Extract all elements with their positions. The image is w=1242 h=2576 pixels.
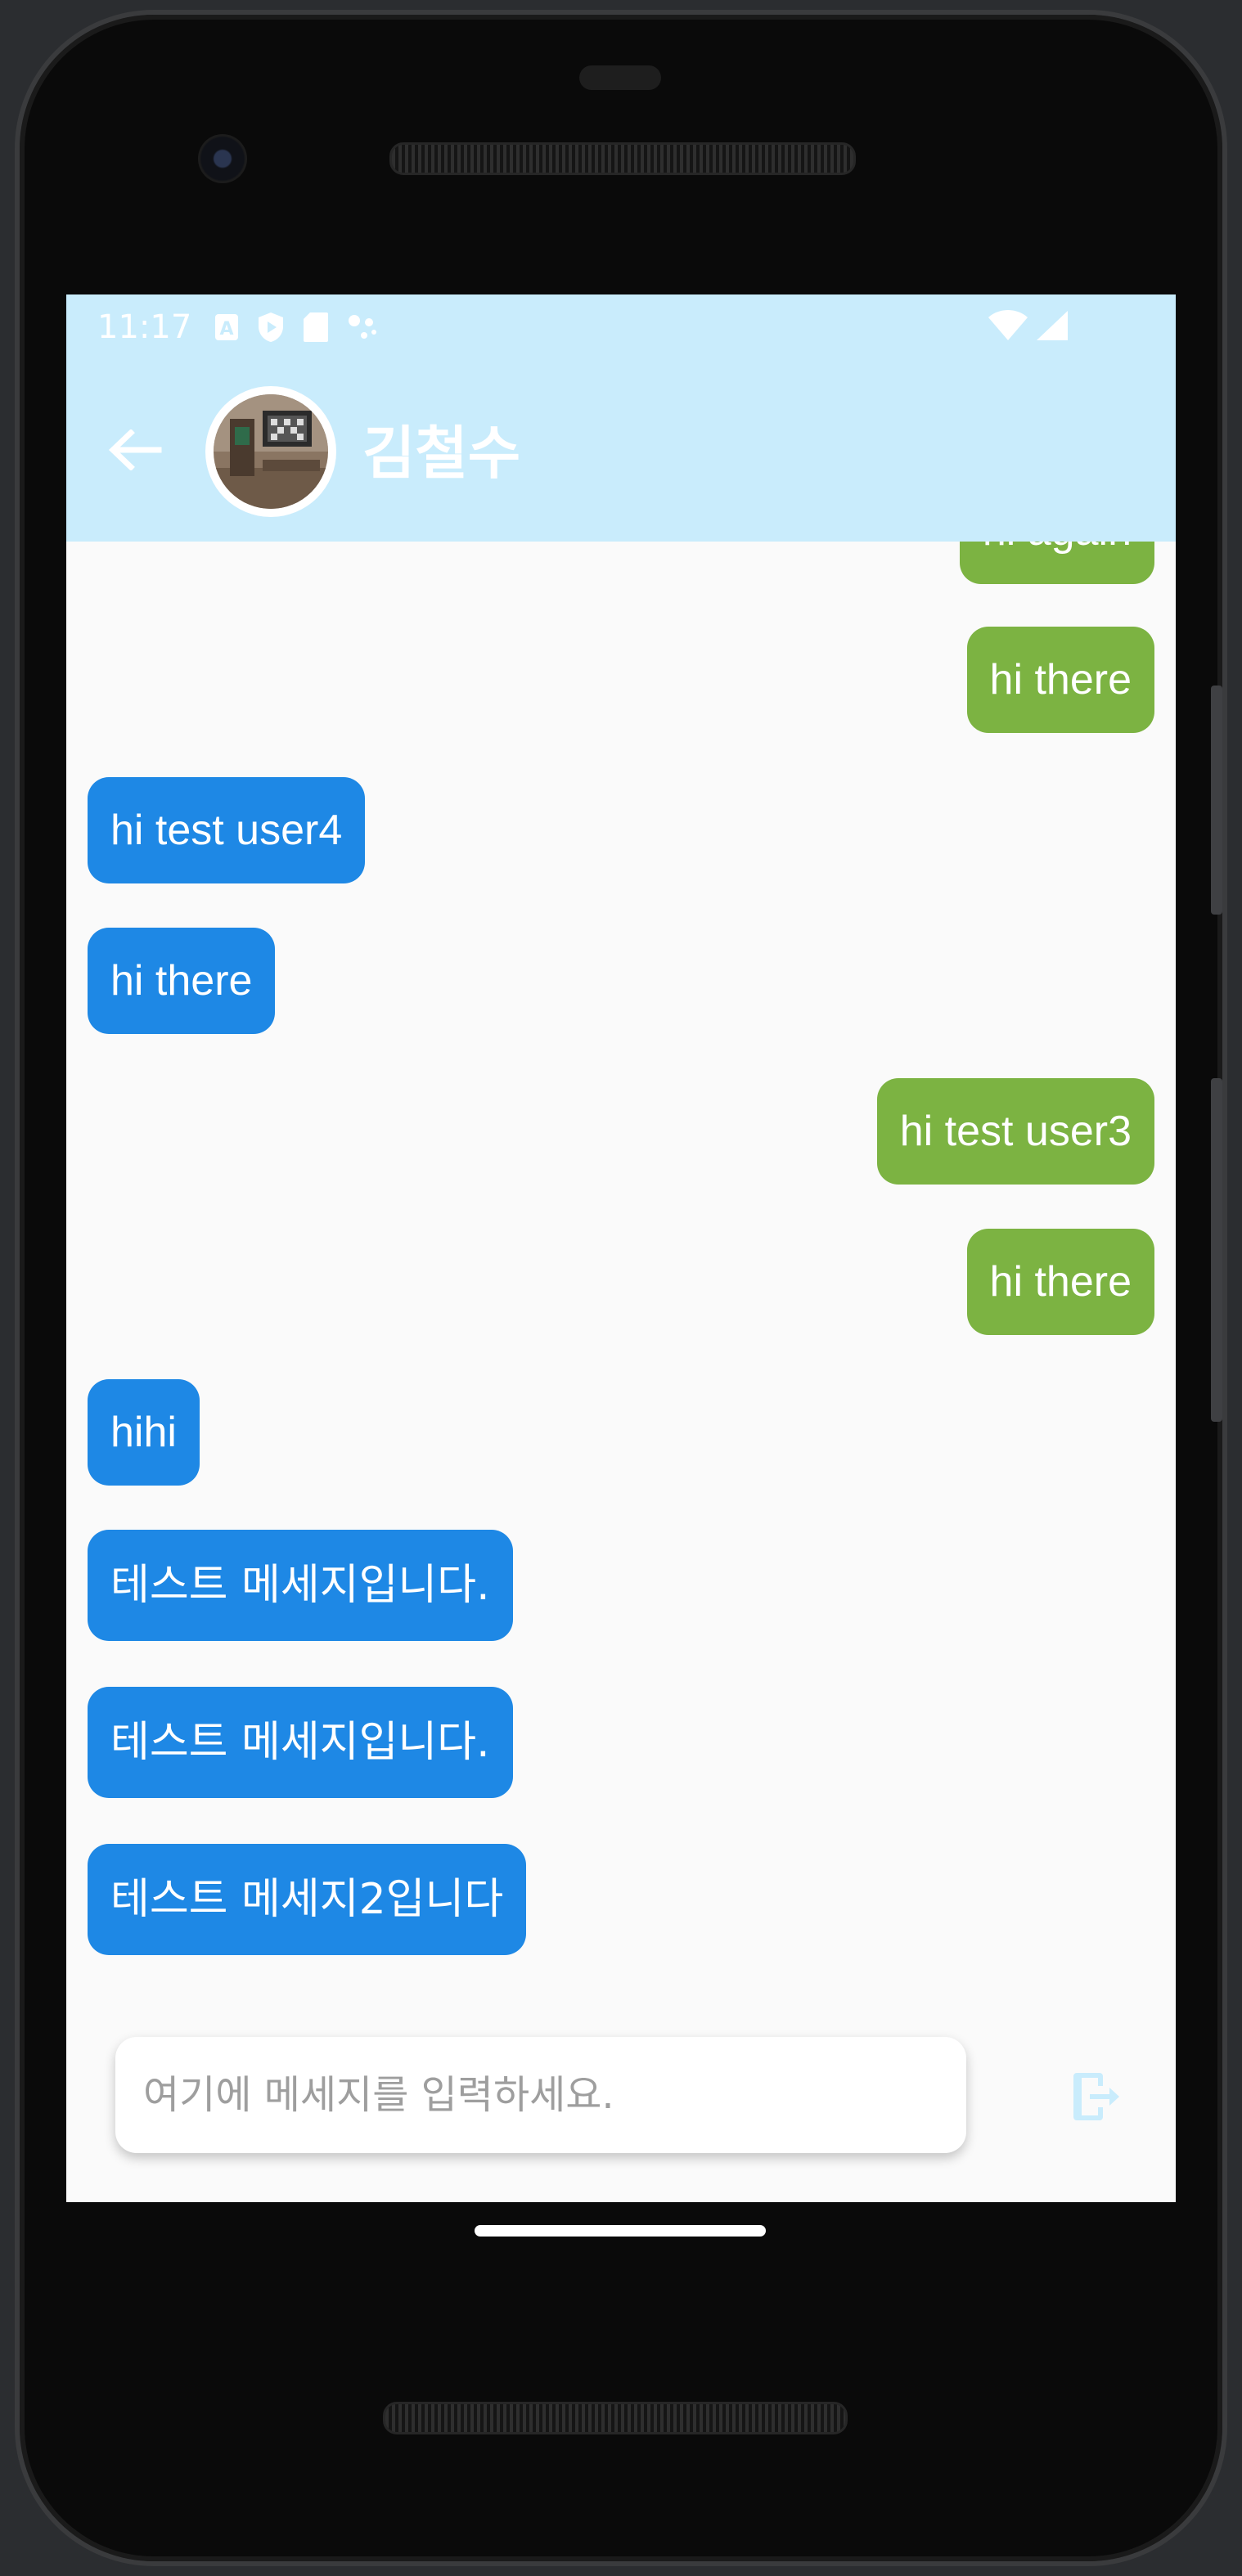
play-protect-icon — [256, 311, 286, 347]
a-notification-icon: A — [214, 312, 240, 345]
status-bar: 11:17 A — [66, 294, 1176, 363]
power-button — [1211, 1078, 1222, 1422]
back-button[interactable] — [102, 419, 168, 484]
volume-button — [1211, 686, 1222, 915]
message-bubble-outgoing[interactable]: hi there — [966, 1229, 1154, 1335]
chat-title: 김철수 — [362, 420, 521, 487]
top-speaker-grille — [389, 142, 856, 175]
message-bubble-incoming[interactable]: hi test user4 — [88, 777, 366, 883]
chat-toolbar: 김철수 — [66, 378, 1176, 517]
message-bubble-outgoing[interactable]: hi there — [966, 627, 1154, 733]
system-status-icons — [988, 309, 1069, 345]
send-button[interactable] — [1060, 2061, 1133, 2135]
notification-icons: A — [214, 311, 379, 347]
assistant-dots-icon — [346, 312, 379, 345]
message-input[interactable] — [142, 2071, 940, 2119]
message-bubble-incoming[interactable]: 테스트 메세지입니다. — [88, 1530, 513, 1641]
message-list[interactable]: hi again hi there hi test user4 hi there… — [66, 542, 1176, 1981]
message-composer — [66, 2004, 1176, 2202]
message-bubble-incoming[interactable]: hi there — [88, 928, 276, 1034]
wifi-icon — [988, 309, 1028, 345]
app-screen: 11:17 A 김철수 hi there hi test user4 hi th… — [66, 294, 1176, 2202]
front-camera — [198, 134, 247, 183]
sd-card-icon — [302, 311, 330, 347]
svg-text:A: A — [219, 319, 233, 339]
message-bubble-incoming[interactable]: hihi — [88, 1379, 200, 1486]
message-bubble-outgoing[interactable]: hi test user3 — [876, 1078, 1154, 1185]
message-bubble-incoming[interactable]: 테스트 메세지입니다. — [88, 1687, 513, 1798]
cell-signal-icon — [1035, 309, 1069, 345]
app-bar: 11:17 A 김철수 — [66, 294, 1176, 542]
bottom-speaker-grille — [383, 2402, 848, 2434]
profile-photo — [214, 394, 328, 509]
arrow-back-icon — [108, 429, 162, 474]
earpiece-slot — [579, 65, 661, 90]
home-indicator[interactable] — [475, 2225, 766, 2237]
send-exit-icon — [1072, 2070, 1121, 2127]
message-input-box[interactable] — [115, 2037, 966, 2153]
avatar[interactable] — [205, 386, 336, 517]
message-bubble-outgoing[interactable]: hi again — [959, 542, 1154, 584]
status-time: 11:17 — [97, 308, 192, 346]
message-bubble-incoming[interactable]: 테스트 메세지2입니다 — [88, 1844, 527, 1955]
